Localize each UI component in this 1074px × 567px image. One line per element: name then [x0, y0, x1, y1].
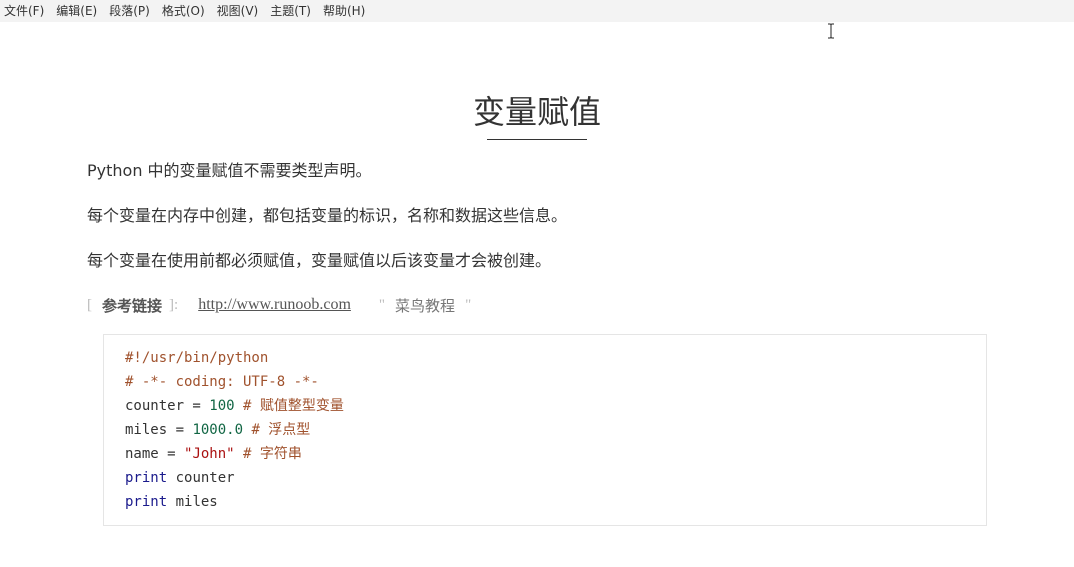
reference-colon: :	[174, 296, 179, 313]
reference-link-definition: [ 参考链接 ] : http://www.runoob.com " 菜鸟教程 …	[87, 294, 471, 316]
code-token-comment: # 字符串	[243, 446, 302, 462]
code-line: print counter	[125, 466, 986, 490]
reference-quote-open: "	[378, 296, 386, 313]
code-token-kw: print	[125, 494, 168, 510]
code-token-str: "John"	[184, 446, 235, 462]
paragraph-1: Python 中的变量赋值不需要类型声明。	[87, 161, 372, 180]
code-line: # -*- coding: UTF-8 -*-	[125, 370, 986, 394]
code-line: miles = 1000.0 # 浮点型	[125, 418, 986, 442]
document-title: 变量赋值	[472, 93, 601, 131]
code-line: counter = 100 # 赋值整型变量	[125, 394, 986, 418]
menu-bar: 文件(F) 编辑(E) 段落(P) 格式(O) 视图(V) 主题(T) 帮助(H…	[0, 0, 1074, 22]
code-token-plain: counter =	[125, 398, 210, 414]
code-token-plain: miles	[167, 494, 218, 510]
reference-open-bracket: [	[87, 296, 92, 313]
menu-theme[interactable]: 主题(T)	[270, 0, 311, 22]
reference-quote-close: "	[465, 296, 472, 313]
menu-view[interactable]: 视图(V)	[217, 0, 259, 22]
code-token-num: 1000.0	[192, 422, 244, 438]
code-token-plain: miles =	[125, 422, 193, 438]
reference-label: 参考链接	[102, 296, 163, 315]
code-line: #!/usr/bin/python	[125, 346, 986, 370]
paragraph-2: 每个变量在内存中创建，都包括变量的标识，名称和数据这些信息。	[87, 206, 568, 225]
code-token-plain: counter	[167, 470, 235, 486]
code-token-comment: # -*- coding: UTF-8 -*-	[125, 374, 319, 390]
code-token-num: 100	[209, 398, 235, 414]
code-block[interactable]: #!/usr/bin/python # -*- coding: UTF-8 -*-…	[103, 334, 987, 526]
code-line: name = "John" # 字符串	[125, 442, 986, 466]
code-token-comment: #!/usr/bin/python	[125, 350, 269, 366]
reference-url[interactable]: http://www.runoob.com	[198, 296, 351, 314]
menu-format[interactable]: 格式(O)	[162, 0, 205, 22]
menu-file[interactable]: 文件(F)	[4, 0, 44, 22]
paragraph-3: 每个变量在使用前都必须赋值，变量赋值以后该变量才会被创建。	[87, 251, 552, 270]
code-line: print miles	[125, 490, 986, 514]
code-token-plain: name =	[125, 446, 185, 462]
menu-paragraph[interactable]: 段落(P)	[109, 0, 150, 22]
menu-edit[interactable]: 编辑(E)	[56, 0, 97, 22]
reference-title: 菜鸟教程	[395, 296, 456, 315]
menu-help[interactable]: 帮助(H)	[323, 0, 365, 22]
code-token-kw: print	[125, 470, 168, 486]
code-lines: #!/usr/bin/python # -*- coding: UTF-8 -*-…	[125, 346, 986, 514]
code-token-comment: # 浮点型	[251, 422, 311, 438]
editor-document[interactable]: 变量赋值 Python 中的变量赋值不需要类型声明。 每个变量在内存中创建，都包…	[0, 22, 1074, 567]
title-underline	[487, 139, 587, 140]
code-token-comment: # 赋值整型变量	[243, 398, 344, 414]
